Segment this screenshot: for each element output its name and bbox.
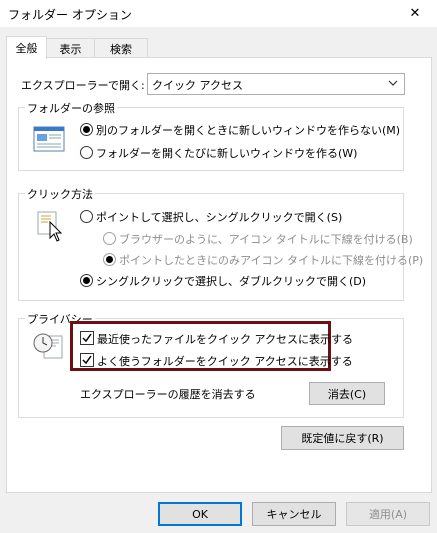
tab-general[interactable]: 全般: [6, 36, 47, 59]
tab-search-label: 検索: [110, 42, 132, 56]
radio-underline-browser-label[interactable]: ブラウザーのように、アイコン タイトルに下線を付ける(B): [119, 231, 413, 247]
radio-double-click-label[interactable]: シングルクリックで選択し、ダブルクリックで開く(D): [96, 273, 366, 289]
radio-same-window-label[interactable]: 別のフォルダーを開くときに新しいウィンドウを作らない(M): [96, 122, 400, 138]
radio-underline-point-label[interactable]: ポイントしたときにのみアイコン タイトルに下線を付ける(P): [119, 252, 423, 268]
browse-folders-title: フォルダーの参照: [25, 100, 117, 116]
radio-new-window[interactable]: [80, 146, 93, 159]
radio-single-click-label[interactable]: ポイントして選択し、シングルクリックで開く(S): [96, 209, 342, 225]
checkmark-icon: [82, 355, 92, 365]
ok-button-label: OK: [192, 507, 208, 521]
ok-button[interactable]: OK: [158, 502, 242, 526]
pointer-click-icon: [37, 211, 63, 242]
cancel-button-label: キャンセル: [266, 508, 322, 521]
checkmark-icon: [82, 333, 92, 343]
checkbox-frequent-folders[interactable]: [80, 353, 94, 367]
clear-history-button[interactable]: 消去(C): [309, 382, 385, 405]
tab-view[interactable]: 表示: [46, 38, 95, 58]
apply-button-label: 適用(A): [368, 508, 408, 521]
checkbox-recent-files-label[interactable]: 最近使ったファイルをクイック アクセスに表示する: [97, 331, 353, 347]
radio-underline-point[interactable]: [103, 253, 116, 266]
window-icon: [33, 126, 65, 152]
title-bar: フォルダー オプション ✕: [0, 0, 437, 27]
click-items-title: クリック方法: [25, 186, 95, 202]
clear-history-button-label: 消去(C): [327, 387, 367, 401]
clear-history-label: エクスプローラーの履歴を消去する: [80, 388, 256, 401]
radio-new-window-label[interactable]: フォルダーを開くたびに新しいウィンドウを作る(W): [96, 145, 357, 161]
radio-single-click[interactable]: [80, 210, 93, 223]
tab-search[interactable]: 検索: [94, 38, 148, 58]
open-explorer-label: エクスプローラーで開く:: [21, 79, 145, 92]
tab-general-label: 全般: [15, 42, 38, 55]
restore-defaults-button[interactable]: 既定値に戻す(R): [281, 426, 404, 450]
restore-defaults-label: 既定値に戻す(R): [301, 432, 384, 445]
close-icon: ✕: [409, 6, 421, 21]
checkbox-frequent-folders-label[interactable]: よく使うフォルダーをクイック アクセスに表示する: [97, 353, 353, 369]
open-explorer-select[interactable]: クイック アクセス: [147, 73, 405, 95]
radio-same-window[interactable]: [80, 123, 93, 136]
radio-underline-browser[interactable]: [103, 232, 116, 245]
window-title: フォルダー オプション: [8, 8, 132, 22]
browse-folders-group: フォルダーの参照: [18, 100, 404, 171]
radio-double-click[interactable]: [80, 274, 93, 287]
open-explorer-value: クイック アクセス: [152, 79, 243, 92]
checkbox-recent-files[interactable]: [80, 331, 94, 345]
apply-button[interactable]: 適用(A): [346, 502, 430, 526]
history-clock-icon: [33, 333, 63, 359]
close-button[interactable]: ✕: [393, 0, 437, 27]
tab-view-label: 表示: [59, 42, 82, 56]
cancel-button[interactable]: キャンセル: [252, 502, 336, 526]
chevron-down-icon: [388, 80, 398, 86]
